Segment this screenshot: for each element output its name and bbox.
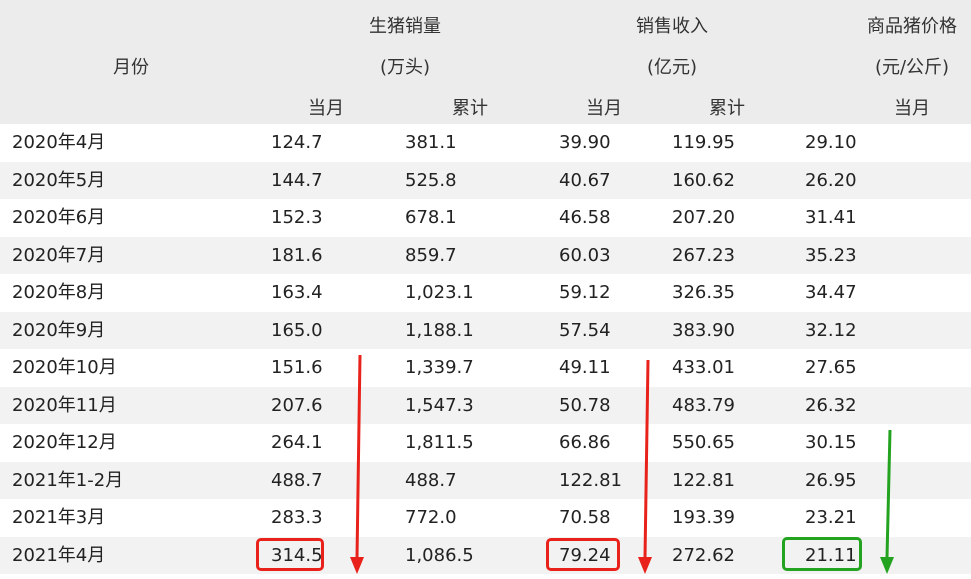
cell-rev-month: 59.12	[559, 282, 611, 303]
cell-sales-cum: 859.7	[405, 244, 457, 266]
cell-rev-month: 50.78	[559, 394, 611, 416]
cell-month: 2021年1-2月	[12, 469, 124, 491]
cell-rev-month: 39.90	[559, 132, 611, 153]
header-price-current: 当月	[894, 98, 930, 119]
cell-month: 2020年10月	[12, 357, 117, 378]
cell-rev-month: 70.58	[559, 507, 611, 528]
cell-month: 2020年5月	[12, 169, 106, 191]
cell-price: 26.20	[805, 169, 857, 191]
cell-sales-cum: 488.7	[405, 469, 457, 491]
cell-price: 35.23	[805, 244, 857, 266]
cell-sales-cum: 381.1	[405, 132, 457, 153]
cell-sales-month: 181.6	[271, 244, 323, 266]
cell-price: 30.15	[805, 432, 857, 453]
cell-price: 29.10	[805, 132, 857, 153]
cell-rev-cum: 193.39	[672, 507, 735, 528]
cell-price: 26.95	[805, 469, 857, 491]
cell-rev-month: 122.81	[559, 469, 622, 491]
cell-rev-month: 40.67	[559, 169, 611, 191]
cell-rev-month: 49.11	[559, 357, 611, 378]
cell-rev-month: 46.58	[559, 207, 611, 228]
cell-month: 2020年11月	[12, 394, 117, 416]
cell-month: 2020年6月	[12, 207, 106, 228]
cell-month: 2021年4月	[12, 544, 106, 566]
table-row: 2021年3月 283.3 772.0 70.58 193.39 23.21	[0, 499, 971, 537]
header-sales-unit: (万头)	[379, 57, 431, 78]
cell-rev-cum: 483.79	[672, 394, 735, 416]
header-sales-title: 生猪销量	[369, 16, 441, 37]
cell-price: 23.21	[805, 507, 857, 528]
cell-sales-cum: 1,188.1	[405, 319, 474, 341]
cell-price: 31.41	[805, 207, 857, 228]
cell-month: 2020年7月	[12, 244, 106, 266]
cell-rev-cum: 326.35	[672, 282, 735, 303]
header-revenue-title: 销售收入	[636, 16, 708, 37]
cell-month: 2020年9月	[12, 319, 106, 341]
table-body: 2020年4月 124.7 381.1 39.90 119.95 29.10 2…	[0, 124, 971, 574]
header-sales-cumulative: 累计	[452, 98, 488, 119]
cell-month: 2020年4月	[12, 132, 106, 153]
cell-sales-month: 124.7	[271, 132, 323, 153]
cell-sales-month: 264.1	[271, 432, 323, 453]
cell-sales-month: 488.7	[271, 469, 323, 491]
cell-rev-cum: 122.81	[672, 469, 735, 491]
table-row: 2021年1-2月 488.7 488.7 122.81 122.81 26.9…	[0, 461, 971, 499]
cell-rev-month: 57.54	[559, 319, 611, 341]
cell-price: 32.12	[805, 319, 857, 341]
cell-rev-cum: 433.01	[672, 357, 735, 378]
table-row: 2020年9月 165.0 1,188.1 57.54 383.90 32.12	[0, 311, 971, 349]
cell-rev-cum: 267.23	[672, 244, 735, 266]
cell-sales-cum: 1,811.5	[405, 432, 474, 453]
cell-rev-cum: 119.95	[672, 132, 735, 153]
table-row: 2020年10月 151.6 1,339.7 49.11 433.01 27.6…	[0, 349, 971, 387]
cell-rev-cum: 207.20	[672, 207, 735, 228]
cell-sales-month: 163.4	[271, 282, 323, 303]
cell-sales-month: 207.6	[271, 394, 323, 416]
cell-month: 2020年8月	[12, 282, 106, 303]
header-sales-current: 当月	[308, 98, 344, 119]
cell-price: 26.32	[805, 394, 857, 416]
cell-rev-cum: 272.62	[672, 544, 735, 566]
highlight-box-revenue	[546, 538, 620, 571]
table-row: 2020年11月 207.6 1,547.3 50.78 483.79 26.3…	[0, 386, 971, 424]
cell-sales-cum: 1,023.1	[405, 282, 474, 303]
cell-sales-cum: 678.1	[405, 207, 457, 228]
cell-rev-cum: 383.90	[672, 319, 735, 341]
cell-price: 27.65	[805, 357, 857, 378]
table-row: 2020年12月 264.1 1,811.5 66.86 550.65 30.1…	[0, 424, 971, 462]
cell-sales-month: 151.6	[271, 357, 323, 378]
table-row: 2020年5月 144.7 525.8 40.67 160.62 26.20	[0, 161, 971, 199]
cell-rev-month: 66.86	[559, 432, 611, 453]
table-header: 月份 生猪销量 (万头) 当月 累计 销售收入 (亿元) 当月 累计 商品猪价格…	[0, 0, 971, 124]
cell-sales-cum: 1,086.5	[405, 544, 474, 566]
cell-rev-cum: 550.65	[672, 432, 735, 453]
cell-rev-month: 60.03	[559, 244, 611, 266]
highlight-box-price	[782, 537, 862, 571]
header-price-title: 商品猪价格	[867, 16, 957, 37]
cell-sales-cum: 1,547.3	[405, 394, 474, 416]
cell-month: 2021年3月	[12, 507, 106, 528]
highlight-box-sales	[256, 538, 324, 571]
header-revenue-current: 当月	[586, 98, 622, 119]
cell-sales-month: 144.7	[271, 169, 323, 191]
cell-sales-cum: 525.8	[405, 169, 457, 191]
table-row: 2020年7月 181.6 859.7 60.03 267.23 35.23	[0, 236, 971, 274]
cell-sales-cum: 772.0	[405, 507, 457, 528]
table-row: 2020年8月 163.4 1,023.1 59.12 326.35 34.47	[0, 274, 971, 312]
cell-sales-cum: 1,339.7	[405, 357, 474, 378]
header-revenue-unit: (亿元)	[646, 57, 698, 78]
cell-month: 2020年12月	[12, 432, 117, 453]
cell-sales-month: 152.3	[271, 207, 323, 228]
cell-rev-cum: 160.62	[672, 169, 735, 191]
table-row: 2020年6月 152.3 678.1 46.58 207.20 31.41	[0, 199, 971, 237]
header-month: 月份	[113, 57, 149, 78]
cell-sales-month: 165.0	[271, 319, 323, 341]
table-row: 2020年4月 124.7 381.1 39.90 119.95 29.10	[0, 124, 971, 162]
cell-price: 34.47	[805, 282, 857, 303]
cell-sales-month: 283.3	[271, 507, 323, 528]
header-revenue-cumulative: 累计	[709, 98, 745, 119]
header-price-unit: (元/公斤)	[874, 57, 950, 78]
